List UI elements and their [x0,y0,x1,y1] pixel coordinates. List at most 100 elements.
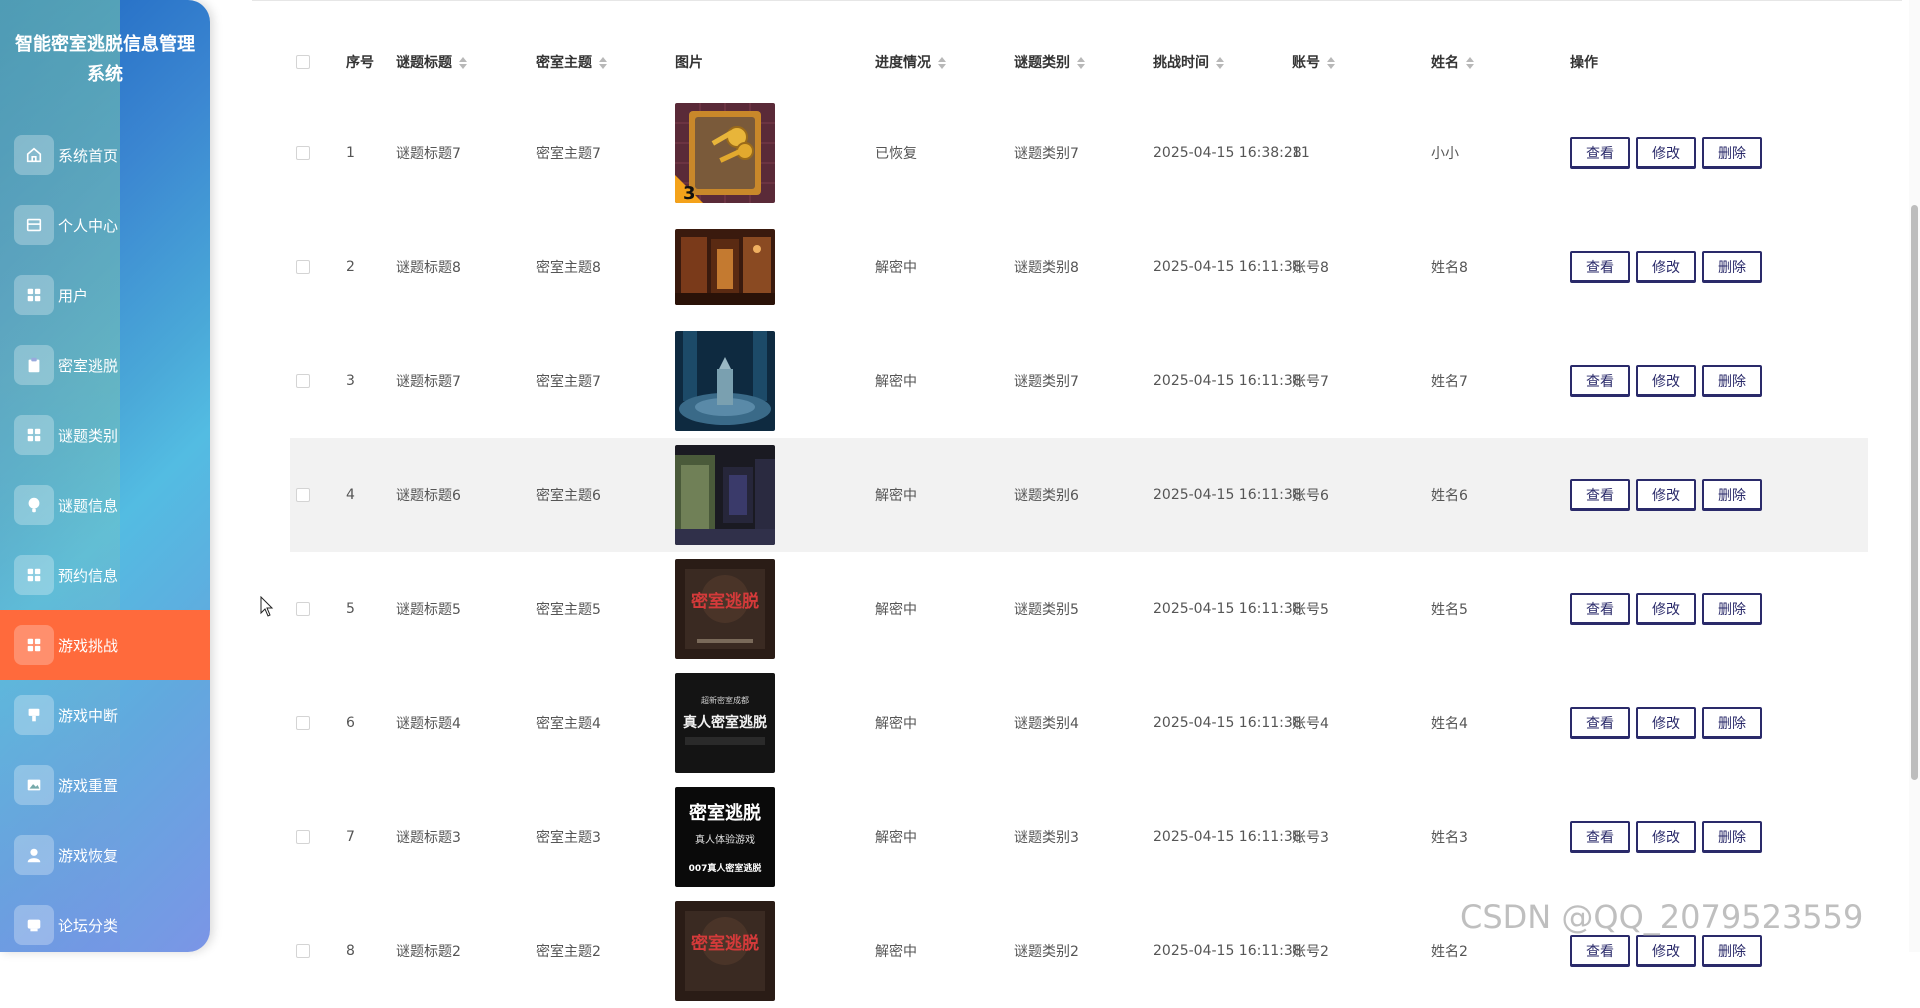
cell-account: 账号2 [1292,944,1329,960]
sidebar-item-forum-category[interactable]: 论坛分类 [0,890,210,952]
delete-button[interactable]: 删除 [1702,821,1762,853]
sidebar-item-label: 游戏挑战 [58,636,119,655]
delete-button[interactable]: 删除 [1702,137,1762,169]
sort-icon[interactable] [1327,57,1335,69]
header-title[interactable]: 谜题标题 [396,52,536,72]
view-button[interactable]: 查看 [1570,935,1630,967]
header-ops: 操作 [1570,55,1598,71]
puzzle-image[interactable]: 密室逃脱 真人体验游戏 007真人密室逃脱 [675,787,775,887]
sidebar-item-game-reset[interactable]: 游戏重置 [0,750,210,820]
edit-button[interactable]: 修改 [1636,707,1696,739]
cell-no: 6 [346,715,355,731]
cell-time: 2025-04-15 16:11:38 [1153,715,1302,731]
sort-icon[interactable] [599,57,607,69]
cell-progress: 解密中 [875,374,917,390]
sidebar-item-label: 游戏恢复 [58,846,119,865]
delete-button[interactable]: 删除 [1702,707,1762,739]
row-actions: 查看 修改 删除 [1570,593,1770,625]
sort-icon[interactable] [1466,57,1474,69]
cell-category: 谜题类别6 [1014,488,1079,504]
edit-button[interactable]: 修改 [1636,365,1696,397]
view-button[interactable]: 查看 [1570,137,1630,169]
image-badge: 3 [683,183,696,203]
table-row: 2 谜题标题8 密室主题8 解密中 谜题类别8 2025-04-15 16:11… [290,210,1868,324]
header-name[interactable]: 姓名 [1431,52,1570,72]
header-image: 图片 [675,55,703,71]
edit-button[interactable]: 修改 [1636,251,1696,283]
header-account-label: 账号 [1292,55,1320,71]
sidebar: 智能密室逃脱信息管理 系统 系统首页 个人中心 用户 密室逃脱 谜题类别 谜题信… [0,0,210,952]
sidebar-item-puzzle-category[interactable]: 谜题类别 [0,400,210,470]
view-button[interactable]: 查看 [1570,365,1630,397]
view-button[interactable]: 查看 [1570,479,1630,511]
sidebar-item-escape-room[interactable]: 密室逃脱 [0,330,210,400]
header-title-label: 谜题标题 [396,55,452,71]
sort-icon[interactable] [938,57,946,69]
cell-category: 谜题类别5 [1014,602,1079,618]
sidebar-item-booking[interactable]: 预约信息 [0,540,210,610]
scrollbar-thumb[interactable] [1911,205,1918,780]
app-title: 智能密室逃脱信息管理 系统 [0,0,210,120]
puzzle-image[interactable]: 密室逃脱 [675,559,775,659]
delete-button[interactable]: 删除 [1702,251,1762,283]
edit-button[interactable]: 修改 [1636,821,1696,853]
cell-title: 谜题标题6 [396,488,461,504]
edit-button[interactable]: 修改 [1636,593,1696,625]
sidebar-item-users[interactable]: 用户 [0,260,210,330]
sidebar-item-game-interrupt[interactable]: 游戏中断 [0,680,210,750]
header-account[interactable]: 账号 [1292,52,1431,72]
table-row: 5 谜题标题5 密室主题5 密室逃脱 解密中 谜题类别5 2025-04-15 … [290,552,1868,666]
puzzle-image[interactable]: 密室逃脱 [675,901,775,1001]
row-checkbox[interactable] [296,944,310,958]
row-checkbox[interactable] [296,830,310,844]
header-name-label: 姓名 [1431,55,1459,71]
delete-button[interactable]: 删除 [1702,479,1762,511]
sidebar-item-profile[interactable]: 个人中心 [0,190,210,260]
view-button[interactable]: 查看 [1570,251,1630,283]
puzzle-image[interactable] [675,445,775,545]
sidebar-item-home[interactable]: 系统首页 [0,120,210,190]
home-icon [14,135,54,175]
puzzle-image[interactable] [675,229,775,305]
image-text-line2: 真人密室逃脱 [683,714,767,731]
delete-button[interactable]: 删除 [1702,935,1762,967]
header-progress[interactable]: 进度情况 [875,52,1014,72]
cell-room: 密室主题4 [536,716,601,732]
cell-time: 2025-04-15 16:11:38 [1153,487,1302,503]
cell-no: 8 [346,943,355,959]
delete-button[interactable]: 删除 [1702,593,1762,625]
select-all-checkbox[interactable] [296,55,310,69]
edit-button[interactable]: 修改 [1636,479,1696,511]
sort-icon[interactable] [1077,57,1085,69]
view-button[interactable]: 查看 [1570,821,1630,853]
sidebar-item-game-restore[interactable]: 游戏恢复 [0,820,210,890]
row-checkbox[interactable] [296,146,310,160]
image-text: 密室逃脱 [691,591,759,612]
header-time[interactable]: 挑战时间 [1153,52,1292,72]
row-checkbox[interactable] [296,488,310,502]
edit-button[interactable]: 修改 [1636,935,1696,967]
header-category[interactable]: 谜题类别 [1014,52,1153,72]
page-scrollbar[interactable] [1909,0,1920,952]
puzzle-image[interactable]: 超新密室成都 真人密室逃脱 [675,673,775,773]
view-button[interactable]: 查看 [1570,593,1630,625]
sidebar-item-puzzle-info[interactable]: 谜题信息 [0,470,210,540]
sidebar-item-game-challenge[interactable]: 游戏挑战 [0,610,210,680]
header-room[interactable]: 密室主题 [536,52,675,72]
sort-icon[interactable] [459,57,467,69]
cell-name: 小小 [1431,146,1459,162]
delete-button[interactable]: 删除 [1702,365,1762,397]
row-checkbox[interactable] [296,716,310,730]
puzzle-image[interactable]: 3 [675,103,775,203]
cell-account: 11 [1292,145,1310,161]
puzzle-image[interactable] [675,331,775,431]
cell-room: 密室主题6 [536,488,601,504]
sort-icon[interactable] [1216,57,1224,69]
row-checkbox[interactable] [296,260,310,274]
row-checkbox[interactable] [296,374,310,388]
edit-button[interactable]: 修改 [1636,137,1696,169]
view-button[interactable]: 查看 [1570,707,1630,739]
cell-no: 1 [346,145,355,161]
row-checkbox[interactable] [296,602,310,616]
header-room-label: 密室主题 [536,55,592,71]
